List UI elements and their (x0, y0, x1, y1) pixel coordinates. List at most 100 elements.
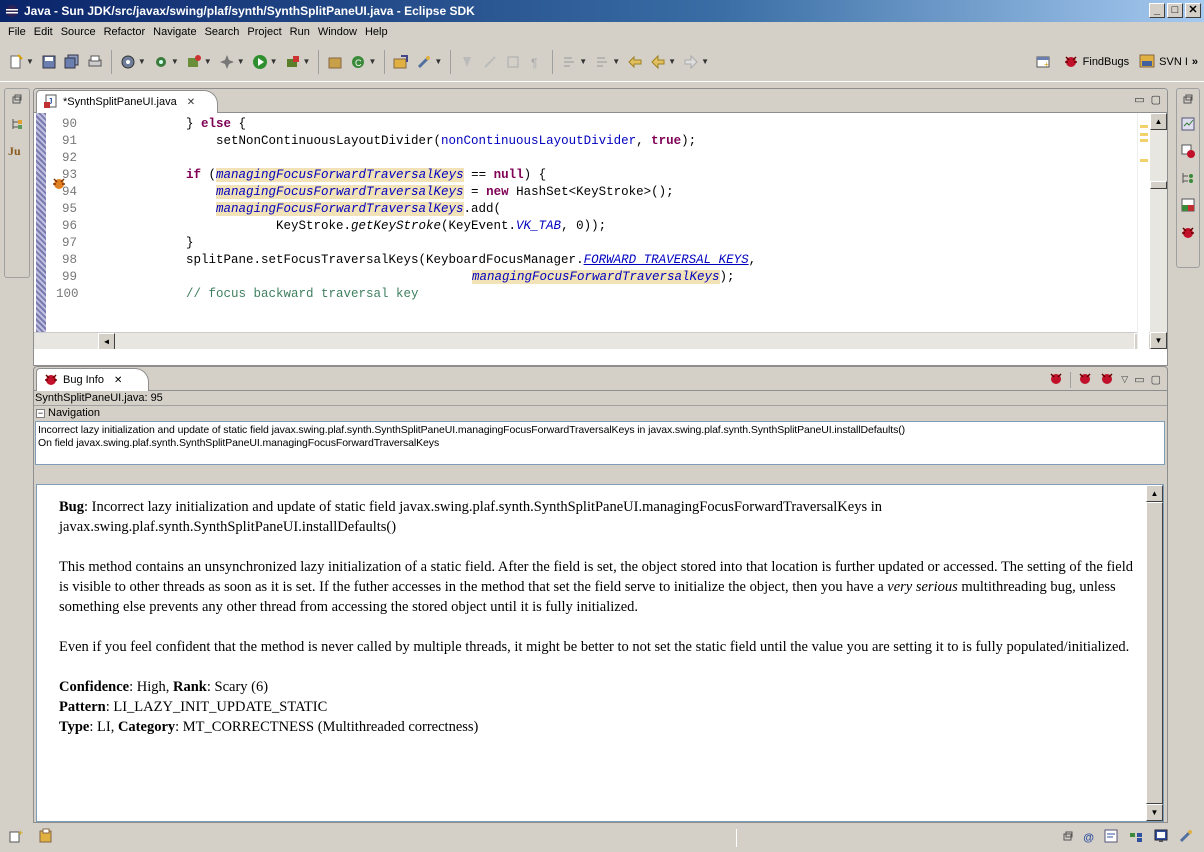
new-package-icon[interactable] (325, 52, 345, 72)
run-icon[interactable] (250, 52, 270, 72)
navigation-header[interactable]: − Navigation (34, 405, 1167, 420)
description-vertical-scrollbar[interactable]: ▲ ▼ (1146, 485, 1163, 821)
new-icon[interactable] (6, 52, 26, 72)
last-edit-icon[interactable] (625, 52, 645, 72)
bug-tree-icon[interactable] (1180, 143, 1196, 162)
scroll-up-icon[interactable]: ▲ (1146, 485, 1163, 502)
new-dropdown-icon[interactable]: ▼ (26, 57, 34, 66)
search-icon[interactable] (414, 52, 434, 72)
close-icon[interactable]: ✕ (187, 97, 195, 108)
previous-annotation-dropdown-icon[interactable]: ▼ (612, 57, 620, 66)
minimize-icon[interactable]: ▭ (1134, 93, 1144, 106)
menu-run[interactable]: Run (286, 24, 314, 40)
print-icon[interactable] (85, 52, 105, 72)
previous-annotation-icon[interactable] (592, 52, 612, 72)
navigation-item[interactable]: Incorrect lazy initialization and update… (38, 424, 1162, 437)
perspective-svn[interactable]: SVN I » (1139, 53, 1198, 72)
menu-refactor[interactable]: Refactor (100, 24, 150, 40)
progress-icon[interactable] (1178, 828, 1194, 847)
restore-icon[interactable] (11, 93, 23, 108)
maximize-icon[interactable]: ▢ (1151, 373, 1161, 386)
collapse-icon[interactable]: − (36, 408, 45, 418)
navigation-item[interactable]: On field javax.swing.plaf.synth.SynthSpl… (38, 437, 1162, 450)
open-type-icon[interactable] (391, 52, 411, 72)
findbugs-icon[interactable] (1180, 224, 1196, 243)
block-select-icon[interactable] (503, 52, 523, 72)
search-dropdown-icon[interactable]: ▼ (434, 57, 442, 66)
build-icon[interactable] (217, 52, 237, 72)
junit-icon[interactable]: Ju (8, 143, 26, 160)
maximize-button[interactable]: □ (1167, 3, 1183, 18)
hierarchy-status-icon[interactable] (1128, 828, 1144, 847)
editor-vertical-scrollbar[interactable]: ▲ ▼ (1150, 113, 1167, 349)
run-dropdown-icon[interactable]: ▼ (270, 57, 278, 66)
close-icon[interactable]: ✕ (114, 375, 122, 386)
restore-status-icon[interactable] (1062, 830, 1074, 845)
tree-view-icon[interactable] (1180, 170, 1196, 189)
menu-project[interactable]: Project (243, 24, 285, 40)
hierarchy-icon[interactable] (9, 116, 25, 135)
scroll-down-icon[interactable]: ▼ (1150, 332, 1167, 349)
menu-window[interactable]: Window (314, 24, 361, 40)
back-arrow-icon[interactable] (648, 52, 668, 72)
show-whitespace-icon[interactable]: ¶ (526, 52, 546, 72)
open-perspective-icon[interactable]: + (1033, 52, 1053, 72)
view-menu-icon[interactable]: ▽ (1121, 374, 1128, 385)
bug-info-tab[interactable]: Bug Info ✕ (36, 368, 150, 391)
external-dropdown-icon[interactable]: ▼ (303, 57, 311, 66)
javadoc-icon[interactable]: @ (1083, 832, 1094, 844)
settings-gear-icon[interactable] (118, 52, 138, 72)
scroll-thumb[interactable] (1150, 181, 1167, 189)
debug-dropdown-icon[interactable]: ▼ (171, 57, 179, 66)
navigation-list[interactable]: Incorrect lazy initialization and update… (35, 421, 1165, 465)
close-button[interactable]: ✕ (1185, 3, 1201, 18)
bug-filter-icon[interactable] (1048, 370, 1064, 389)
forward-dropdown-icon[interactable]: ▼ (701, 57, 709, 66)
new-class-icon[interactable]: C (348, 52, 368, 72)
bug-next-icon[interactable] (1099, 370, 1115, 389)
restore-right-icon[interactable] (1182, 93, 1194, 108)
scroll-left-icon[interactable]: ◀ (98, 333, 115, 349)
debug-icon[interactable] (151, 52, 171, 72)
save-icon[interactable] (39, 52, 59, 72)
scroll-down-icon[interactable]: ▼ (1146, 804, 1163, 821)
editor-tab[interactable]: J *SynthSplitPaneUI.java ✕ (36, 90, 219, 113)
next-annotation-icon[interactable] (559, 52, 579, 72)
window-titlebar[interactable]: Java - Sun JDK/src/javax/swing/plaf/synt… (0, 0, 1204, 22)
code-area[interactable]: 90 } else { 91 setNonContinuousLayoutDiv… (34, 113, 1151, 349)
toggle-mark-icon[interactable] (457, 52, 477, 72)
external-tools-icon[interactable] (283, 52, 303, 72)
bug-prev-icon[interactable] (1077, 370, 1093, 389)
menu-help[interactable]: Help (361, 24, 392, 40)
minimize-button[interactable]: _ (1149, 3, 1165, 18)
fast-view-icon[interactable]: + (8, 828, 24, 847)
perspective-findbugs[interactable]: FindBugs (1063, 53, 1129, 72)
build-dropdown-icon[interactable]: ▼ (237, 57, 245, 66)
console-status-icon[interactable] (1153, 828, 1169, 847)
editor-horizontal-scrollbar[interactable]: ◀ ▶ (34, 332, 1151, 349)
save-all-icon[interactable] (62, 52, 82, 72)
next-annotation-dropdown-icon[interactable]: ▼ (579, 57, 587, 66)
maximize-icon[interactable]: ▢ (1151, 93, 1161, 106)
declaration-icon[interactable] (1103, 828, 1119, 847)
menu-navigate[interactable]: Navigate (149, 24, 200, 40)
project-dropdown-icon[interactable]: ▼ (204, 57, 212, 66)
outline-icon[interactable] (1180, 116, 1196, 135)
overview-ruler[interactable] (1137, 113, 1149, 349)
toggle-pen-icon[interactable] (480, 52, 500, 72)
class-dropdown-icon[interactable]: ▼ (368, 57, 376, 66)
back-dropdown-icon[interactable]: ▼ (668, 57, 676, 66)
menu-file[interactable]: File (4, 24, 30, 40)
minimize-icon[interactable]: ▭ (1134, 373, 1144, 386)
menu-source[interactable]: Source (57, 24, 100, 40)
console-icon[interactable] (1180, 197, 1196, 216)
task-list-icon[interactable] (38, 828, 54, 847)
scroll-thumb[interactable] (1146, 502, 1163, 804)
menu-edit[interactable]: Edit (30, 24, 57, 40)
gear-dropdown-icon[interactable]: ▼ (138, 57, 146, 66)
forward-arrow-icon[interactable] (681, 52, 701, 72)
perspective-overflow-icon[interactable]: » (1192, 56, 1198, 68)
menu-search[interactable]: Search (201, 24, 244, 40)
scroll-up-icon[interactable]: ▲ (1150, 113, 1167, 130)
new-java-project-icon[interactable] (184, 52, 204, 72)
